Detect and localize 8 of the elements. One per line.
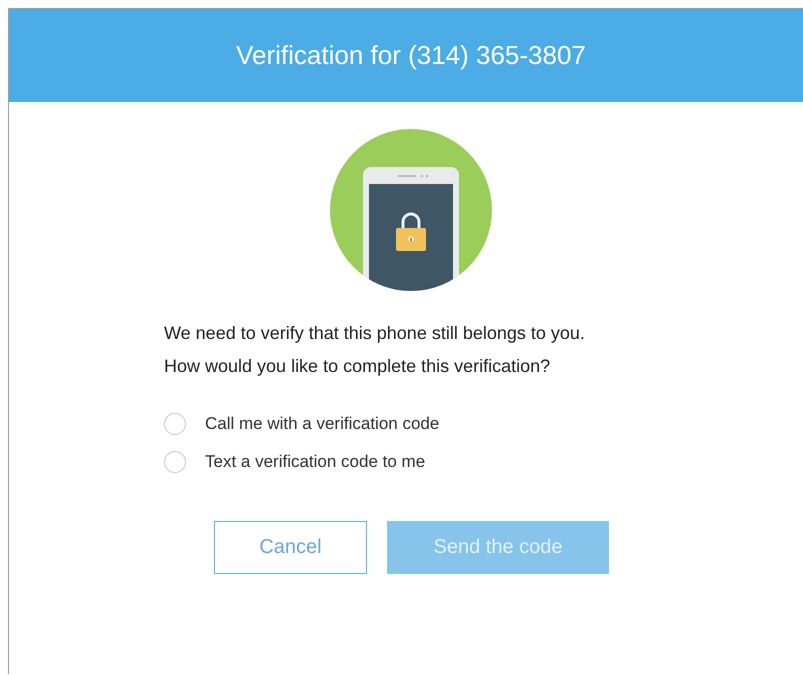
option-label[interactable]: Call me with a verification code [205, 414, 440, 434]
option-label[interactable]: Text a verification code to me [205, 452, 426, 472]
locked-phone-icon [330, 129, 492, 291]
instruction-text: How would you like to complete this verification? [164, 355, 552, 378]
radio-button[interactable] [164, 451, 186, 473]
instruction-text: We need to verify that this phone still belongs to you. [164, 322, 586, 345]
radio-button[interactable] [164, 413, 186, 435]
dialog-title: Verification for (314) 365-3807 [236, 40, 586, 71]
